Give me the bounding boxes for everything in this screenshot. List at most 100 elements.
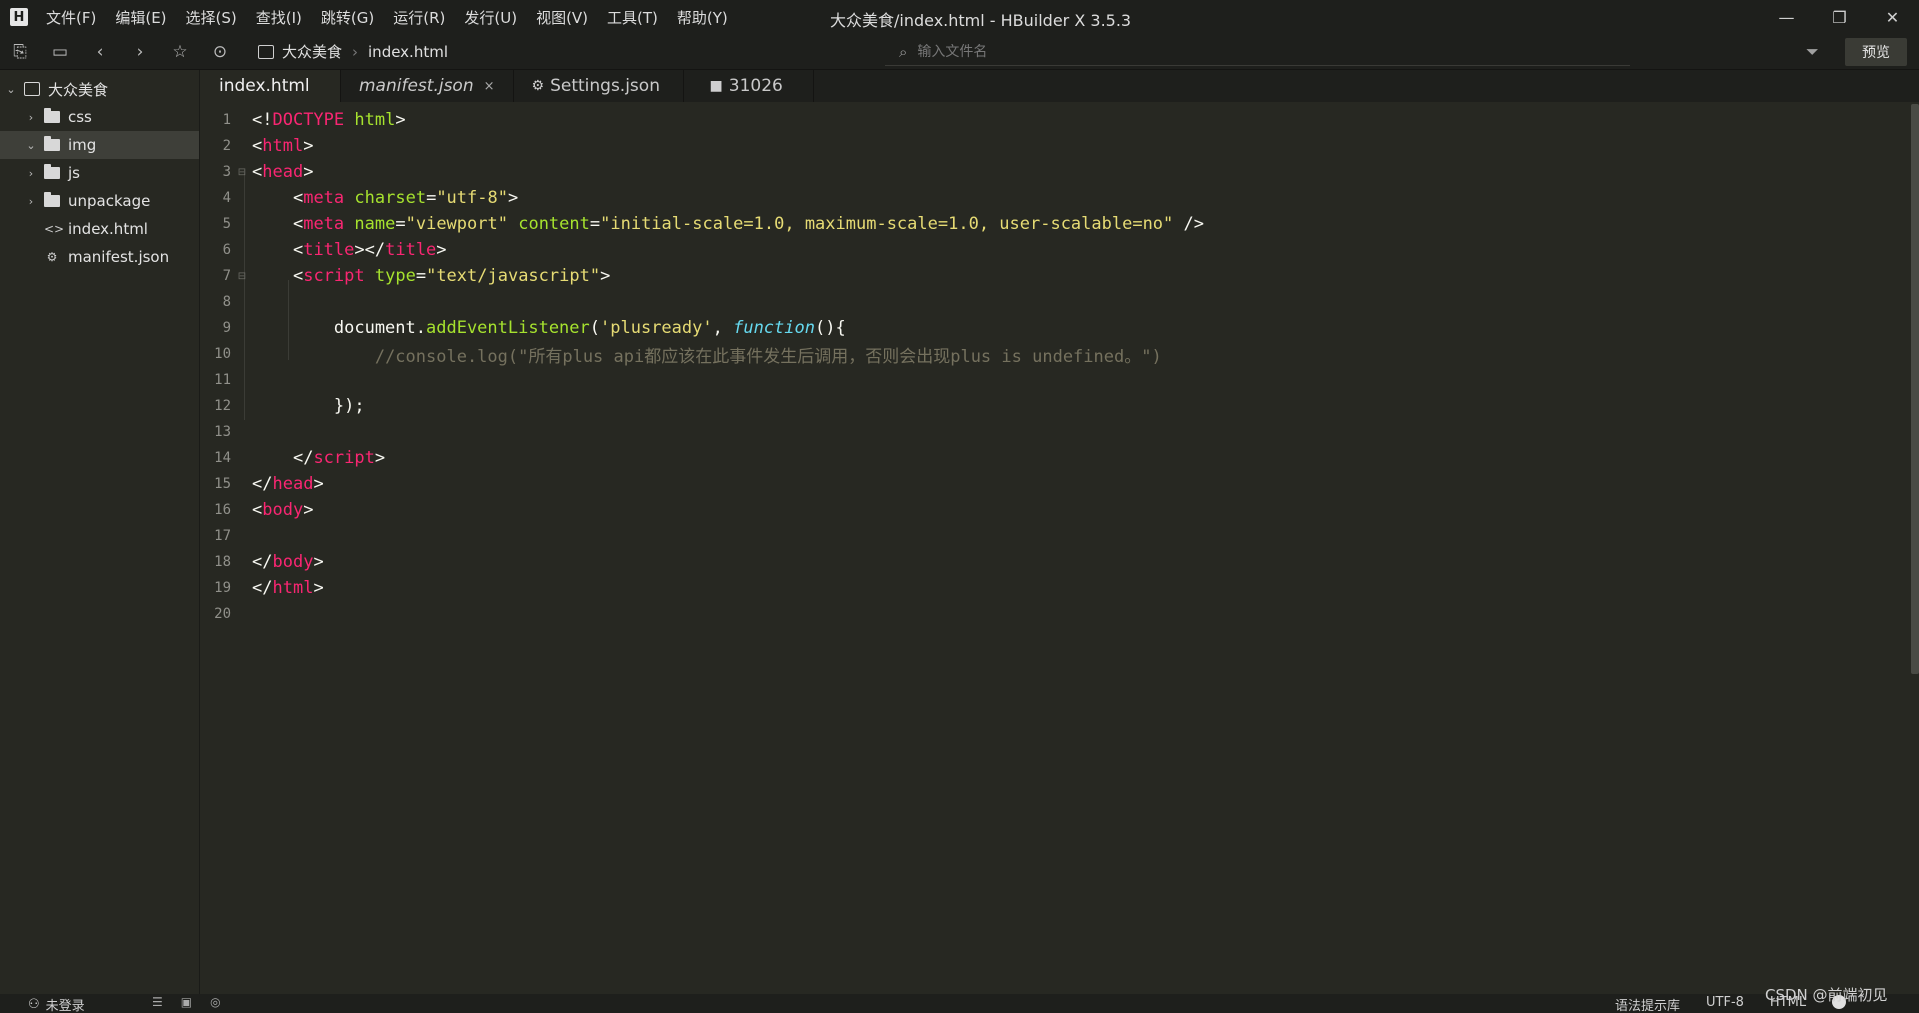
menu-view[interactable]: 视图(V) [536,7,588,28]
tree-project[interactable]: ⌄ 大众美食 [0,75,199,103]
menu-goto[interactable]: 跳转(G) [321,7,374,28]
editor-scrollbar[interactable] [1911,104,1919,674]
menu-bar: 文件(F) 编辑(E) 选择(S) 查找(I) 跳转(G) 运行(R) 发行(U… [46,7,747,28]
code-line: 11 [214,372,231,388]
code-line: 15 </head> [214,474,324,494]
code-line: 1 <!DOCTYPE html> [222,110,406,130]
code-line: 12 }); [214,396,365,416]
code-line: 5 <meta name="viewport" content="initial… [222,214,1205,234]
tab-label: 31026 [728,76,783,96]
menu-file[interactable]: 文件(F) [46,7,96,28]
login-label: 未登录 [45,999,85,1013]
tab-settings-json[interactable]: ⚙ Settings.json [513,70,684,102]
tree-item-label: js [68,164,80,182]
tree-item-index-html[interactable]: <> index.html [0,215,199,243]
folder-icon: ■ [709,78,723,94]
back-icon[interactable]: ‹ [80,37,120,67]
filter-icon[interactable]: ⏷ [1806,42,1819,62]
code-line: 8 [222,294,231,310]
code-line: 14 </script> [214,448,386,468]
hbuilder-logo-icon: H [10,8,28,26]
toolbar: ⎘ ▭ ‹ › ☆ ⊙ 大众美食 › index.html ⌕ ⏷ 预览 [0,34,1919,70]
user-icon: ⚇ [28,997,40,1012]
close-icon[interactable]: × [484,79,495,94]
gear-icon: ⚙ [531,78,545,94]
chevron-down-icon: ⌄ [26,138,36,152]
tree-item-css[interactable]: › css [0,103,199,131]
folder-icon [44,164,60,179]
menu-find[interactable]: 查找(I) [256,7,302,28]
tree-item-manifest-json[interactable]: ⚙ manifest.json [0,243,199,271]
tab-label: manifest.json [359,76,474,96]
run-icon[interactable]: ⊙ [200,37,240,67]
menu-edit[interactable]: 编辑(E) [115,7,166,28]
tree-item-unpackage[interactable]: › unpackage [0,187,199,215]
tab-label: Settings.json [550,76,660,96]
html-file-icon: <> [44,222,65,236]
breadcrumb-file[interactable]: index.html [368,43,448,61]
status-bar: ⚇ 未登录 ☰ ▣ ◎ 语法提示库 UTF-8 HTML [0,994,1919,1013]
code-line: 6 <title></title> [222,240,447,260]
code-line: 9 document.addEventListener('plusready',… [222,318,846,338]
tab-index-html[interactable]: index.html [201,70,341,102]
status-icons: ☰ ▣ ◎ [152,995,239,1009]
menu-tools[interactable]: 工具(T) [607,7,658,28]
tab-manifest-json[interactable]: manifest.json × [341,70,514,102]
chevron-right-icon: › [28,166,34,180]
window-controls: — ❐ ✕ [1760,0,1919,34]
folder-icon [44,192,60,207]
breadcrumb-project[interactable]: 大众美食 [282,41,342,62]
chevron-right-icon: › [28,194,34,208]
list-icon[interactable]: ☰ [152,995,163,1009]
save-icon[interactable]: ▭ [40,37,80,67]
tree-item-label: manifest.json [68,248,170,266]
fold-icon[interactable]: ⊟ [235,167,249,178]
chevron-down-icon: ⌄ [6,82,16,96]
chevron-right-icon: › [28,110,34,124]
code-line: 17 [214,528,231,544]
code-line: 16 <body> [214,500,314,520]
folder-open-icon [44,136,60,151]
login-status[interactable]: ⚇ 未登录 [28,995,85,1013]
code-line: 2 <html> [222,136,314,156]
favorite-icon[interactable]: ☆ [160,37,200,67]
code-editor[interactable]: 1 <!DOCTYPE html> 2 <html> 3 ⊟ <head> 4 <met… [201,102,1919,994]
menu-help[interactable]: 帮助(Y) [677,7,728,28]
project-icon [258,44,274,59]
tree-item-img[interactable]: ⌄ img [0,131,199,159]
terminal-icon[interactable]: ▣ [181,995,192,1009]
code-line: 20 [214,606,231,622]
tree-item-label: img [68,136,97,154]
file-search: ⌕ [885,38,1630,66]
breadcrumb: 大众美食 › index.html [258,41,448,62]
menu-run[interactable]: 运行(R) [393,7,445,28]
menu-publish[interactable]: 发行(U) [464,7,517,28]
code-line: 7 ⊟ <script type="text/javascript"> [222,266,611,286]
tree-project-label: 大众美食 [48,80,109,99]
code-line: 4 <meta charset="utf-8"> [222,188,519,208]
title-bar: H 文件(F) 编辑(E) 选择(S) 查找(I) 跳转(G) 运行(R) 发行… [0,0,1919,34]
globe-icon[interactable]: ◎ [210,995,220,1009]
forward-icon[interactable]: › [120,37,160,67]
minimize-icon[interactable]: — [1760,0,1813,34]
preview-button[interactable]: 预览 [1845,38,1907,66]
menu-select[interactable]: 选择(S) [186,7,237,28]
file-search-input[interactable] [917,43,1518,60]
code-line: 10 //console.log("所有plus api都应该在此事件发生后调用… [214,346,1162,367]
syntax-hint[interactable]: 语法提示库 [1615,995,1680,1013]
tab-31026[interactable]: ■ 31026 [683,70,814,102]
fold-icon[interactable]: ⊟ [235,271,249,282]
tab-label: index.html [219,76,310,96]
close-icon[interactable]: ✕ [1866,0,1919,34]
editor-tabs: index.html manifest.json × ⚙ Settings.js… [201,70,1919,102]
restore-icon[interactable]: ❐ [1813,0,1866,34]
code-line: 13 [214,424,231,440]
encoding[interactable]: UTF-8 [1706,995,1744,1013]
code-line: 3 ⊟ <head> [222,162,314,182]
breadcrumb-separator: › [352,42,359,61]
json-file-icon: ⚙ [46,250,58,264]
code-line: 19 </html> [214,578,324,598]
new-file-icon[interactable]: ⎘ [0,37,40,67]
tree-item-js[interactable]: › js [0,159,199,187]
tree-item-label: css [68,108,92,126]
